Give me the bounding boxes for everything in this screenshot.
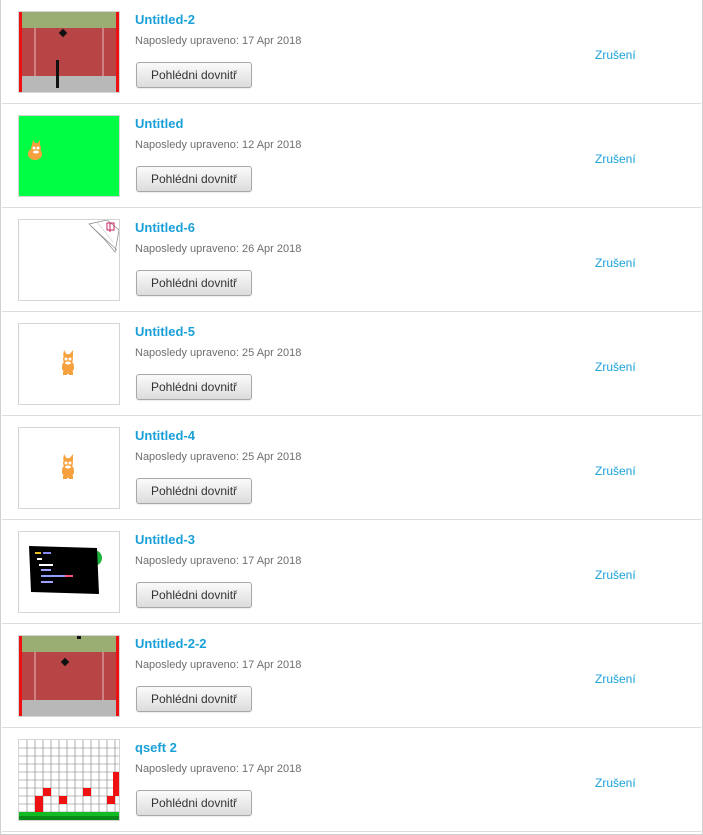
project-title[interactable]: Untitled-4 xyxy=(135,428,195,443)
black-code-panel-thumbnail xyxy=(19,532,119,612)
cancel-link[interactable]: Zrušení xyxy=(595,256,636,270)
last-modified-text: Naposledy upraveno: 17 Apr 2018 xyxy=(135,35,302,47)
cancel-link[interactable]: Zrušení xyxy=(595,360,636,374)
last-modified-text: Naposledy upraveno: 17 Apr 2018 xyxy=(135,555,302,567)
project-thumbnail[interactable] xyxy=(18,635,120,717)
see-inside-button[interactable]: Pohlédni dovnitř xyxy=(136,582,252,608)
see-inside-button[interactable]: Pohlédni dovnitř xyxy=(136,478,252,504)
project-thumbnail[interactable] xyxy=(18,115,120,197)
grid-level-thumbnail xyxy=(19,740,119,820)
project-title[interactable]: Untitled-5 xyxy=(135,324,195,339)
white-stage-cat-thumbnail xyxy=(19,324,119,404)
project-item: Untitled-2-2 Naposledy upraveno: 17 Apr … xyxy=(2,624,701,728)
white-stage-cat-thumbnail xyxy=(19,428,119,508)
project-item: Untitled Naposledy upraveno: 12 Apr 2018… xyxy=(2,104,701,208)
last-modified-text: Naposledy upraveno: 17 Apr 2018 xyxy=(135,763,302,775)
project-title[interactable]: Untitled-6 xyxy=(135,220,195,235)
project-title[interactable]: Untitled xyxy=(135,116,183,131)
last-modified-text: Naposledy upraveno: 25 Apr 2018 xyxy=(135,347,302,359)
see-inside-button[interactable]: Pohlédni dovnitř xyxy=(136,270,252,296)
project-thumbnail[interactable] xyxy=(18,323,120,405)
project-item: qseft 2 Naposledy upraveno: 17 Apr 2018 … xyxy=(2,728,701,832)
project-item: Untitled-6 Naposledy upraveno: 26 Apr 20… xyxy=(2,208,701,312)
project-item: Untitled-2 Naposledy upraveno: 17 Apr 20… xyxy=(2,0,701,104)
see-inside-button[interactable]: Pohlédni dovnitř xyxy=(136,166,252,192)
last-modified-text: Naposledy upraveno: 17 Apr 2018 xyxy=(135,659,302,671)
project-thumbnail[interactable] xyxy=(18,11,120,93)
cancel-link[interactable]: Zrušení xyxy=(595,464,636,478)
project-thumbnail[interactable] xyxy=(18,739,120,821)
project-list: Untitled-2 Naposledy upraveno: 17 Apr 20… xyxy=(0,0,703,835)
cancel-link[interactable]: Zrušení xyxy=(595,672,636,686)
red-platform-game-thumbnail xyxy=(19,12,119,92)
cancel-link[interactable]: Zrušení xyxy=(595,776,636,790)
green-stage-cat-thumbnail xyxy=(19,116,119,196)
project-title[interactable]: qseft 2 xyxy=(135,740,177,755)
see-inside-button[interactable]: Pohlédni dovnitř xyxy=(136,62,252,88)
project-thumbnail[interactable] xyxy=(18,531,120,613)
cancel-link[interactable]: Zrušení xyxy=(595,48,636,62)
see-inside-button[interactable]: Pohlédni dovnitř xyxy=(136,790,252,816)
project-title[interactable]: Untitled-2 xyxy=(135,12,195,27)
project-thumbnail[interactable] xyxy=(18,427,120,509)
cancel-link[interactable]: Zrušení xyxy=(595,568,636,582)
last-modified-text: Naposledy upraveno: 25 Apr 2018 xyxy=(135,451,302,463)
cancel-link[interactable]: Zrušení xyxy=(595,152,636,166)
red-platform-game-thumbnail xyxy=(19,636,119,716)
project-thumbnail[interactable] xyxy=(18,219,120,301)
last-modified-text: Naposledy upraveno: 26 Apr 2018 xyxy=(135,243,302,255)
last-modified-text: Naposledy upraveno: 12 Apr 2018 xyxy=(135,139,302,151)
see-inside-button[interactable]: Pohlédni dovnitř xyxy=(136,374,252,400)
project-item: Untitled-3 Naposledy upraveno: 17 Apr 20… xyxy=(2,520,701,624)
project-item: Untitled-4 Naposledy upraveno: 25 Apr 20… xyxy=(2,416,701,520)
white-stage-sketch-thumbnail xyxy=(19,220,119,300)
project-title[interactable]: Untitled-3 xyxy=(135,532,195,547)
project-item: Untitled-5 Naposledy upraveno: 25 Apr 20… xyxy=(2,312,701,416)
project-title[interactable]: Untitled-2-2 xyxy=(135,636,207,651)
see-inside-button[interactable]: Pohlédni dovnitř xyxy=(136,686,252,712)
